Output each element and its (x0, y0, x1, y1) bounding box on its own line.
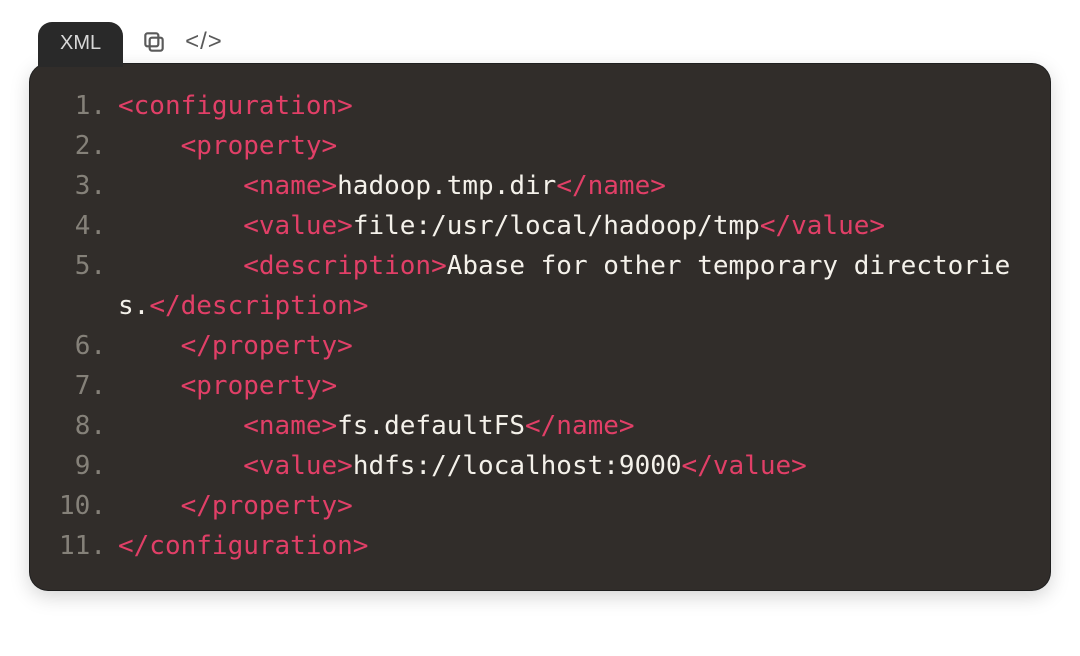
line-content: <value>hdfs://localhost:9000</value> (118, 446, 1024, 486)
tab-label: XML (60, 32, 101, 54)
line-number: 3. (36, 166, 106, 206)
line-number: 5. (36, 246, 106, 326)
line-content: </property> (118, 486, 1024, 526)
line-content: <property> (118, 126, 1024, 166)
line-number: 2. (36, 126, 106, 166)
tab-bar: XML </> (30, 20, 1050, 64)
line-content: <description>Abase for other temporary d… (118, 246, 1024, 326)
code-lines: 1. <configuration> 2. <property> 3. <name>h… (36, 86, 1024, 566)
line-content: <value>file:/usr/local/hadoop/tmp</value… (118, 206, 1024, 246)
line-number: 7. (36, 366, 106, 406)
line-content: <name>hadoop.tmp.dir</name> (118, 166, 1024, 206)
tab-xml[interactable]: XML (38, 22, 123, 67)
line-number: 1. (36, 86, 106, 126)
line-number: 11. (36, 526, 106, 566)
line-content: <name>fs.defaultFS</name> (118, 406, 1024, 446)
code-toggle-icon[interactable]: </> (185, 28, 223, 56)
line-content: </configuration> (118, 526, 1024, 566)
line-number: 9. (36, 446, 106, 486)
line-content: <configuration> (118, 86, 1024, 126)
line-content: <property> (118, 366, 1024, 406)
code-editor: XML </> 1. <configuration> 2. <property> 3.… (30, 20, 1050, 590)
copy-icon[interactable] (141, 29, 167, 55)
line-number: 10. (36, 486, 106, 526)
code-block[interactable]: 1. <configuration> 2. <property> 3. <name>h… (30, 64, 1050, 590)
line-number: 6. (36, 326, 106, 366)
line-number: 8. (36, 406, 106, 446)
line-content: </property> (118, 326, 1024, 366)
code-toggle-label: </> (185, 28, 223, 56)
line-number: 4. (36, 206, 106, 246)
